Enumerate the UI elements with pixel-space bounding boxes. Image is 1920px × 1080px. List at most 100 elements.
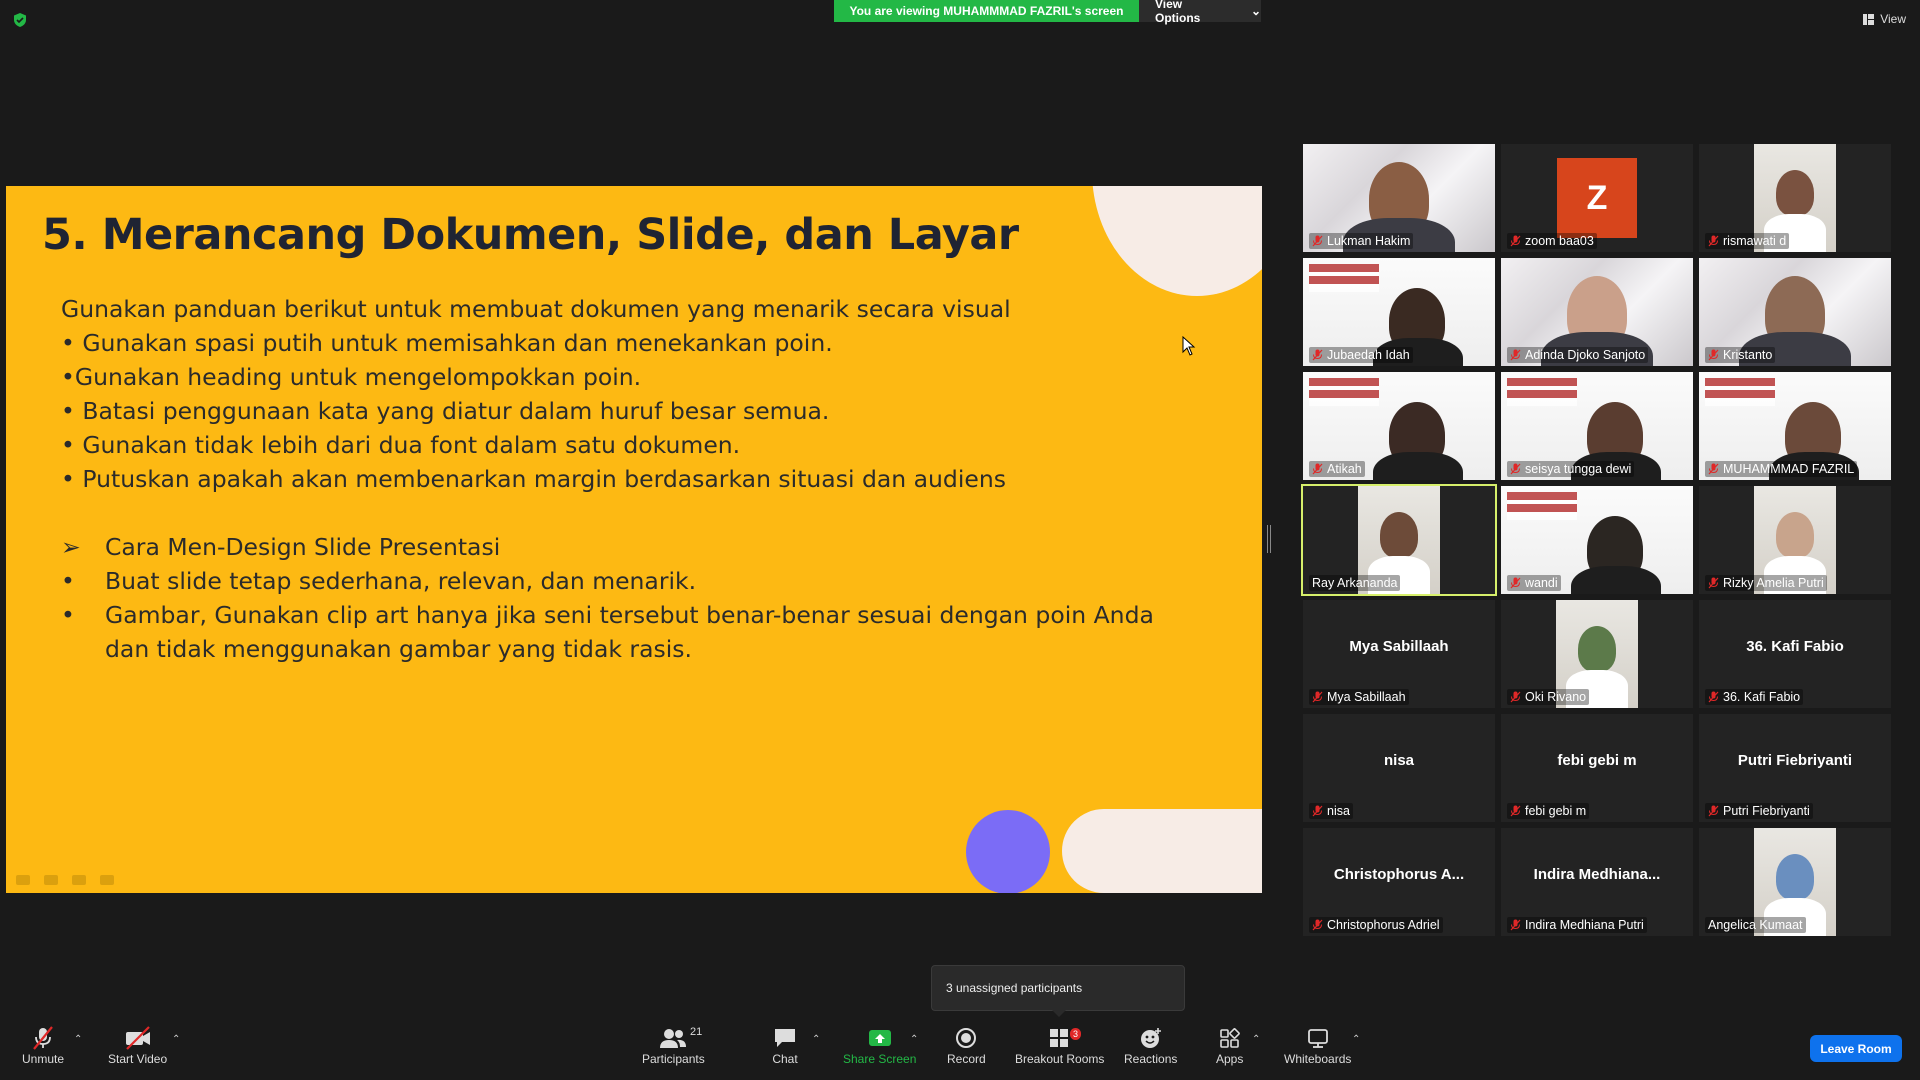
slide-decoration-bottom-right (1062, 809, 1262, 893)
leave-room-button[interactable]: Leave Room (1810, 1035, 1902, 1062)
participant-tile[interactable]: Indira Medhiana... Indira Medhiana Putri (1501, 828, 1693, 936)
microphone-muted-icon (1510, 805, 1521, 817)
participants-label: Participants (642, 1052, 705, 1066)
participant-name-label: 36. Kafi Fabio (1705, 689, 1804, 705)
video-options-caret-icon[interactable]: ⌃ (172, 1034, 180, 1045)
split-view-resize-handle[interactable] (1267, 525, 1271, 553)
whiteboard-icon (1307, 1029, 1328, 1048)
participant-tile[interactable]: Mya Sabillaah Mya Sabillaah (1303, 600, 1495, 708)
share-screen-button[interactable]: Share Screen (843, 1024, 916, 1066)
participant-name-label: Indira Medhiana Putri (1507, 917, 1647, 933)
participant-tile[interactable]: seisya tungga dewi (1501, 372, 1693, 480)
participant-tile[interactable]: Christophorus A... Christophorus Adriel (1303, 828, 1495, 936)
microphone-muted-icon (1708, 691, 1719, 703)
share-screen-label: Share Screen (843, 1052, 917, 1066)
record-button[interactable]: Record (947, 1024, 986, 1066)
participant-tile[interactable]: Oki Rivano (1501, 600, 1693, 708)
participant-display-name: 36. Kafi Fabio (1746, 638, 1844, 655)
participant-tile[interactable]: Adinda Djoko Sanjoto (1501, 258, 1693, 366)
participant-name: wandi (1525, 576, 1558, 590)
participant-tile[interactable]: nisa nisa (1303, 714, 1495, 822)
share-options-caret-icon[interactable]: ⌃ (910, 1034, 918, 1045)
participant-tile[interactable]: Lukman Hakim (1303, 144, 1495, 252)
participant-tile[interactable]: MUHAMMMAD FAZRIL (1699, 372, 1891, 480)
participant-display-name: Christophorus A... (1333, 866, 1465, 883)
participant-name: Angelica Kumaat (1708, 918, 1803, 932)
microphone-muted-icon (1708, 577, 1719, 589)
slide-line: • Gunakan tidak lebih dari dua font dala… (61, 431, 741, 459)
whiteboards-options-caret-icon[interactable]: ⌃ (1352, 1034, 1360, 1045)
participant-name-label: febi gebi m (1507, 803, 1590, 819)
participant-name: Ray Arkananda (1312, 576, 1398, 590)
participant-tile[interactable]: Jubaedah Idah (1303, 258, 1495, 366)
apps-button[interactable]: Apps (1216, 1024, 1243, 1066)
meeting-toolbar: Unmute ⌃ Start Video ⌃ Participants 21 C… (0, 1018, 1920, 1080)
participant-tile[interactable]: febi gebi m febi gebi m (1501, 714, 1693, 822)
participant-tile[interactable]: Putri Fiebriyanti Putri Fiebriyanti (1699, 714, 1891, 822)
pen-icon[interactable] (44, 875, 58, 885)
chat-bubble-icon (775, 1029, 795, 1047)
participant-name-label: Atikah (1309, 461, 1365, 477)
whiteboards-button[interactable]: Whiteboards (1284, 1024, 1351, 1066)
participants-count: 21 (690, 1026, 703, 1038)
participant-name: Jubaedah Idah (1327, 348, 1410, 362)
participant-tile[interactable]: Rizky Amelia Putri (1699, 486, 1891, 594)
microphone-muted-icon (1510, 577, 1521, 589)
prev-slide-icon[interactable] (16, 875, 30, 885)
participant-tile[interactable]: Atikah (1303, 372, 1495, 480)
participant-name: Mya Sabillaah (1327, 690, 1406, 704)
view-options-button[interactable]: View Options ⌄ (1139, 0, 1261, 25)
menu-icon[interactable] (100, 875, 114, 885)
participant-name: Putri Fiebriyanti (1723, 804, 1810, 818)
participant-name-label: Ray Arkananda (1309, 575, 1401, 591)
breakout-rooms-button[interactable]: Breakout Rooms (1015, 1024, 1104, 1066)
reactions-button[interactable]: Reactions (1124, 1024, 1177, 1066)
shared-screen-slide[interactable]: 5. Merancang Dokumen, Slide, dan Layar G… (6, 186, 1262, 893)
video-off-icon (125, 1026, 150, 1050)
participant-tile[interactable]: Ray Arkananda (1301, 484, 1497, 596)
participants-icon (660, 1029, 687, 1048)
audio-options-caret-icon[interactable]: ⌃ (74, 1034, 82, 1045)
participant-name: MUHAMMMAD FAZRIL (1723, 462, 1855, 476)
chat-button[interactable]: Chat (772, 1024, 798, 1066)
slide-sub-item-text: Buat slide tetap sederhana, relevan, dan… (105, 567, 697, 595)
breakout-rooms-label: Breakout Rooms (1015, 1052, 1105, 1066)
microphone-muted-icon (1708, 463, 1719, 475)
participant-display-name: Putri Fiebriyanti (1737, 752, 1853, 769)
start-video-button[interactable]: Start Video (108, 1024, 167, 1066)
microphone-muted-icon (33, 1026, 53, 1050)
participant-name: febi gebi m (1525, 804, 1587, 818)
view-layout-button[interactable]: View (1863, 12, 1906, 26)
participant-tile[interactable]: 36. Kafi Fabio 36. Kafi Fabio (1699, 600, 1891, 708)
participant-name: seisya tungga dewi (1525, 462, 1632, 476)
zoom-meeting-window: You are viewing MUHAMMMAD FAZRIL's scree… (0, 0, 1920, 1080)
participant-tile[interactable]: Kristanto (1699, 258, 1891, 366)
participant-name-label: Rizky Amelia Putri (1705, 575, 1827, 591)
view-options-label: View Options (1155, 0, 1201, 25)
participant-name: Adinda Djoko Sanjoto (1525, 348, 1646, 362)
participant-name: Rizky Amelia Putri (1723, 576, 1824, 590)
unmute-button[interactable]: Unmute (22, 1024, 64, 1066)
chat-options-caret-icon[interactable]: ⌃ (812, 1034, 820, 1045)
apps-options-caret-icon[interactable]: ⌃ (1252, 1034, 1260, 1045)
slides-icon[interactable] (72, 875, 86, 885)
participant-tile[interactable]: Zzoom baa03 (1501, 144, 1693, 252)
participant-name: zoom baa03 (1525, 234, 1594, 248)
microphone-muted-icon (1312, 691, 1323, 703)
slide-show-controls[interactable] (16, 875, 114, 885)
participant-name: Atikah (1327, 462, 1362, 476)
view-label: View (1880, 12, 1906, 26)
encryption-shield-icon[interactable] (12, 12, 28, 28)
slide-decoration-top-right (1092, 186, 1262, 296)
apps-label: Apps (1216, 1052, 1244, 1066)
participant-name: Kristanto (1723, 348, 1773, 362)
participant-name-label: Mya Sabillaah (1309, 689, 1409, 705)
participant-tile[interactable]: rismawati d (1699, 144, 1891, 252)
slide-sub-item: • Gambar, Gunakan clip art hanya jika se… (61, 598, 1201, 666)
microphone-muted-icon (1708, 805, 1719, 817)
slide-sub-item-text: Cara Men-Design Slide Presentasi (105, 533, 501, 561)
participant-tile[interactable]: Angelica Kumaat (1699, 828, 1891, 936)
slide-line: •Gunakan heading untuk mengelompokkan po… (61, 363, 642, 391)
participant-tile[interactable]: wandi (1501, 486, 1693, 594)
slide-line: • Gunakan spasi putih untuk memisahkan d… (61, 329, 833, 357)
